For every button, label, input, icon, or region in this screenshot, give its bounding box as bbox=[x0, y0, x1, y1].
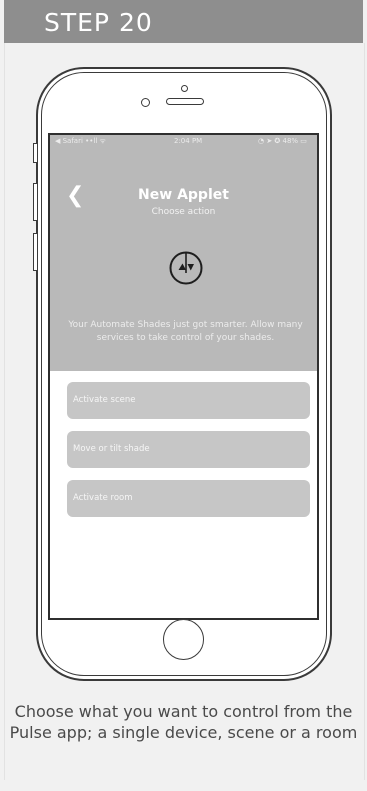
proximity-sensor-icon bbox=[141, 98, 150, 107]
option-move-or-tilt-shade[interactable]: Move or tilt shade bbox=[67, 431, 310, 468]
mute-switch bbox=[33, 143, 38, 163]
volume-up-button bbox=[33, 183, 38, 221]
step-header: STEP 20 bbox=[4, 0, 363, 43]
status-bar: ◀ Safari ••ll ᯤ 2:04 PM ◔ ➤ ✪ 48% ▭ bbox=[50, 135, 317, 147]
phone-screen: ◀ Safari ••ll ᯤ 2:04 PM ◔ ➤ ✪ 48% ▭ ❮ Ne… bbox=[48, 133, 319, 620]
option-label: Activate room bbox=[73, 493, 133, 503]
page-title: New Applet bbox=[138, 187, 229, 203]
earpiece-speaker bbox=[166, 98, 204, 105]
option-activate-room[interactable]: Activate room bbox=[67, 480, 310, 517]
page-subtitle: Choose action bbox=[151, 207, 216, 217]
volume-down-button bbox=[33, 233, 38, 271]
option-activate-scene[interactable]: Activate scene bbox=[67, 382, 310, 419]
app-header: ◀ Safari ••ll ᯤ 2:04 PM ◔ ➤ ✪ 48% ▭ ❮ Ne… bbox=[50, 135, 317, 371]
step-caption: Choose what you want to control from the… bbox=[9, 702, 358, 742]
status-carrier: ◀ Safari ••ll ᯤ bbox=[55, 137, 106, 145]
status-time: 2:04 PM bbox=[174, 137, 203, 145]
automate-shades-logo-icon bbox=[169, 251, 203, 285]
option-label: Move or tilt shade bbox=[73, 444, 150, 454]
app-description: Your Automate Shades just got smarter. A… bbox=[68, 320, 303, 343]
option-label: Activate scene bbox=[73, 395, 136, 405]
home-button bbox=[163, 619, 204, 660]
front-camera-icon bbox=[181, 85, 188, 92]
step-title: STEP 20 bbox=[44, 8, 153, 37]
status-battery: ◔ ➤ ✪ 48% ▭ bbox=[258, 137, 307, 145]
